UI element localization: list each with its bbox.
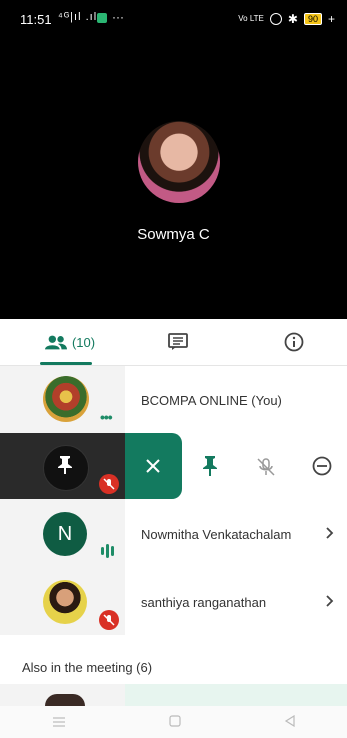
participant-row-highlight[interactable] xyxy=(125,684,347,706)
hotspot-icon xyxy=(269,13,282,25)
chevron-right-icon[interactable] xyxy=(326,594,334,610)
participant-avatar xyxy=(43,580,87,624)
participant-name[interactable]: BCOMPA ONLINE (You) xyxy=(141,393,282,408)
participant-avatar xyxy=(43,376,89,422)
close-icon xyxy=(146,459,160,473)
people-count: (10) xyxy=(71,334,96,350)
menu-icon[interactable] xyxy=(52,714,66,730)
people-icon xyxy=(44,335,67,350)
caller-avatar xyxy=(138,121,220,203)
app-notification-icon xyxy=(97,13,107,23)
mic-off-icon xyxy=(99,474,119,494)
home-icon[interactable] xyxy=(168,714,181,730)
chat-icon xyxy=(168,333,188,350)
info-icon xyxy=(284,332,304,352)
pin-icon xyxy=(203,456,217,476)
participant-avatar xyxy=(45,694,85,706)
tab-chat[interactable] xyxy=(158,319,198,365)
speaking-dots-icon: ••• xyxy=(100,409,113,425)
bluetooth-icon: ✱ xyxy=(287,12,298,26)
mic-off-icon xyxy=(257,458,275,476)
remove-icon xyxy=(312,456,332,476)
system-nav-bar xyxy=(0,706,347,738)
back-icon[interactable] xyxy=(284,714,296,730)
close-swipe-button[interactable] xyxy=(125,433,182,499)
audio-level-icon xyxy=(101,544,114,558)
tab-indicator xyxy=(40,362,92,365)
charging-icon: + xyxy=(327,12,335,26)
pin-button[interactable] xyxy=(202,455,218,482)
remove-button[interactable] xyxy=(312,456,332,481)
status-time: 11:51 xyxy=(20,12,52,27)
section-header: Also in the meeting (6) xyxy=(22,660,153,675)
battery-icon: 90 xyxy=(303,13,322,25)
tab-bar: (10) xyxy=(0,319,347,366)
swipe-actions xyxy=(182,433,347,499)
more-notifications: ··· xyxy=(112,10,124,24)
status-bar: 11:51 ⁴ᴳ|ıl .ıl ··· Vo LTE ✱ 90 + xyxy=(0,0,347,34)
volte-icon: Vo LTE xyxy=(238,14,264,23)
tab-people[interactable]: (10) xyxy=(30,319,110,365)
participant-name[interactable]: Nowmitha Venkatachalam xyxy=(141,527,291,542)
signal-icon: ⁴ᴳ|ıl .ıl xyxy=(58,11,98,23)
caller-name: Sowmya C xyxy=(137,226,210,243)
mic-off-icon xyxy=(99,610,119,630)
participant-avatar: N xyxy=(43,512,87,556)
mute-button[interactable] xyxy=(256,457,276,482)
tab-info[interactable] xyxy=(274,319,314,365)
pinned-icon xyxy=(57,455,73,480)
participant-name[interactable]: santhiya ranganathan xyxy=(141,595,266,610)
chevron-right-icon[interactable] xyxy=(326,526,334,542)
